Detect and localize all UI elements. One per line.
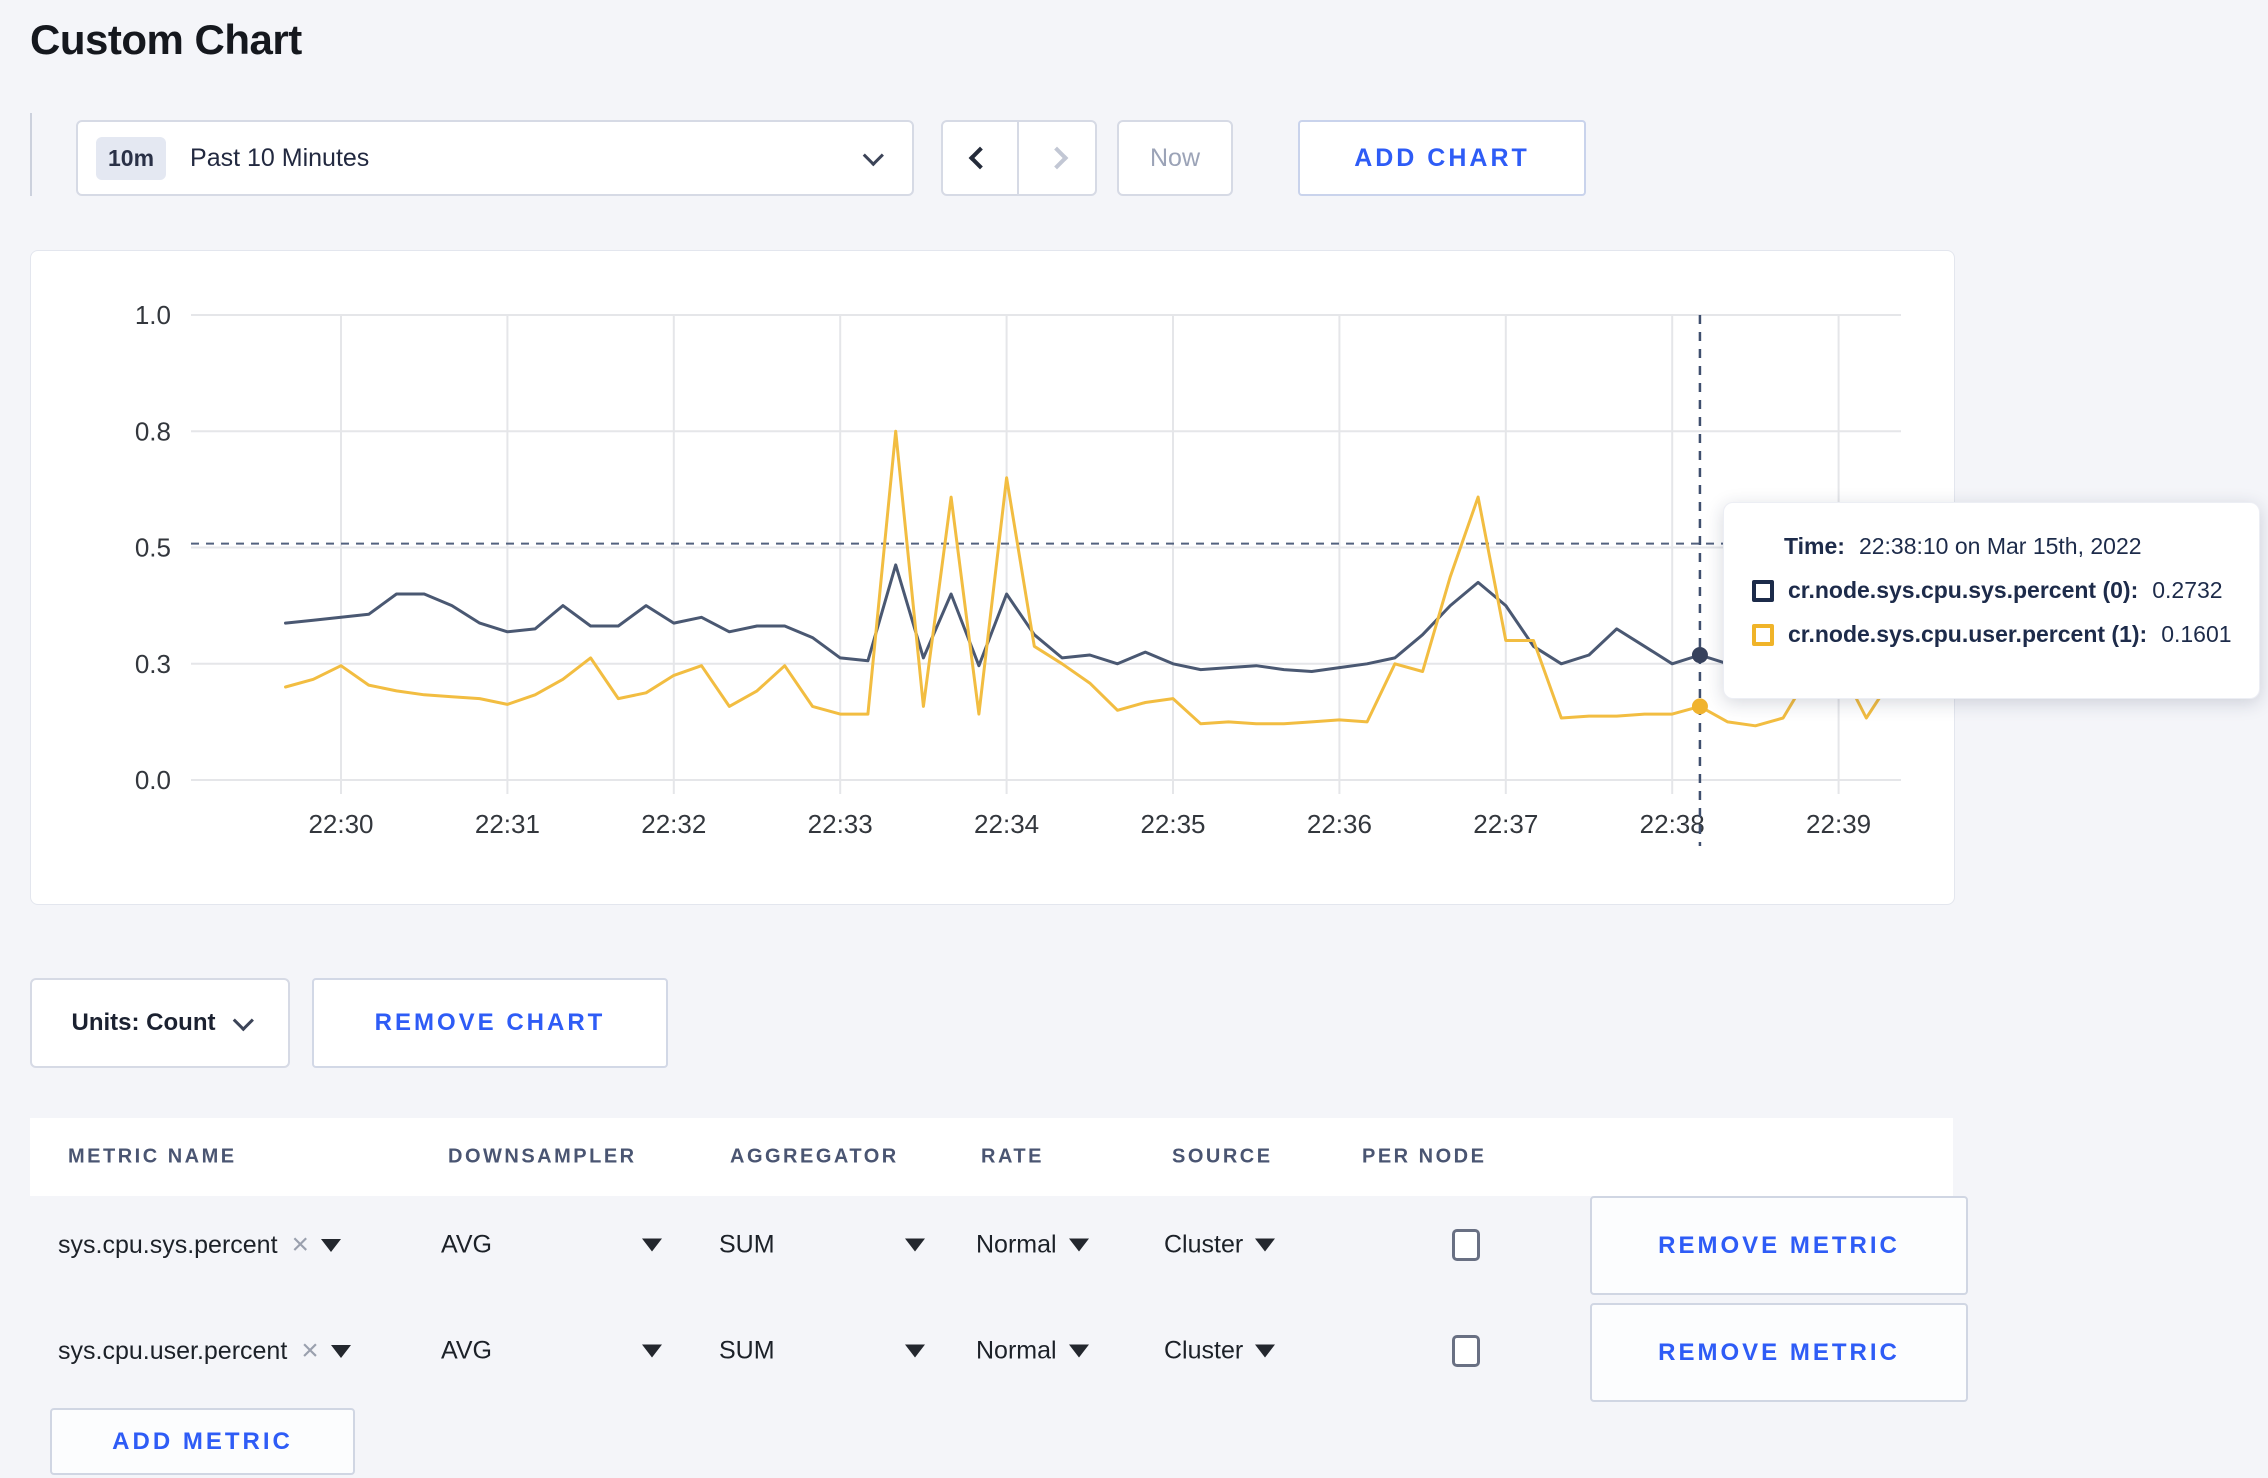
hover-point-dot xyxy=(1691,698,1708,715)
chevron-left-icon xyxy=(968,146,992,170)
hover-point-dot xyxy=(1691,647,1708,664)
caret-down-icon xyxy=(641,1344,662,1358)
caret-down-icon xyxy=(1255,1238,1276,1252)
source-select[interactable]: Cluster xyxy=(1164,1231,1276,1260)
caret-down-icon xyxy=(1068,1344,1089,1358)
custom-chart-page: Custom Chart 10m Past 10 Minutes Now ADD… xyxy=(0,0,2268,1478)
tooltip-series-value: 0.2732 xyxy=(2152,577,2223,603)
column-header-metric-name: METRIC NAME xyxy=(68,1145,237,1168)
next-timeframe-button[interactable] xyxy=(1019,122,1095,194)
caret-down-icon xyxy=(641,1238,662,1252)
caret-down-icon xyxy=(330,1344,351,1358)
chevron-down-icon xyxy=(862,144,884,166)
caret-down-icon xyxy=(1255,1344,1276,1358)
metric-row: sys.cpu.sys.percent × AVG SUM Normal Clu… xyxy=(30,1196,1968,1295)
clear-metric-icon[interactable]: × xyxy=(301,1336,319,1366)
per-node-checkbox[interactable] xyxy=(1452,1229,1480,1261)
time-range-badge: 10m xyxy=(96,136,167,180)
series-swatch-user-icon xyxy=(1752,623,1774,646)
clear-metric-icon[interactable]: × xyxy=(292,1230,310,1260)
previous-timeframe-button[interactable] xyxy=(943,122,1019,194)
rate-select[interactable]: Normal xyxy=(976,1337,1089,1366)
x-axis-tick-label: 22:31 xyxy=(475,809,540,839)
metrics-table-header: METRIC NAME DOWNSAMPLER AGGREGATOR RATE … xyxy=(30,1118,1953,1196)
x-axis-tick-label: 22:36 xyxy=(1307,809,1372,839)
y-axis-tick-label: 0.3 xyxy=(135,649,171,679)
aggregator-select[interactable]: SUM xyxy=(719,1231,925,1260)
tooltip-time-label: Time: xyxy=(1784,533,1845,559)
page-title: Custom Chart xyxy=(30,16,302,63)
x-axis-tick-label: 22:34 xyxy=(974,809,1039,839)
rate-select[interactable]: Normal xyxy=(976,1231,1089,1260)
series-swatch-sys-icon xyxy=(1752,579,1774,602)
per-node-checkbox[interactable] xyxy=(1452,1335,1480,1367)
time-range-dropdown[interactable]: 10m Past 10 Minutes xyxy=(76,120,914,196)
source-select[interactable]: Cluster xyxy=(1164,1337,1276,1366)
caret-down-icon xyxy=(321,1238,342,1252)
time-nav-group xyxy=(941,120,1097,196)
column-header-aggregator: AGGREGATOR xyxy=(730,1145,899,1168)
remove-metric-button[interactable]: REMOVE METRIC xyxy=(1590,1303,1968,1402)
caret-down-icon xyxy=(1068,1238,1089,1252)
tooltip-series-name: cr.node.sys.cpu.sys.percent (0): xyxy=(1788,577,2139,603)
toolbar-divider xyxy=(30,113,32,196)
x-axis-tick-label: 22:38 xyxy=(1640,809,1705,839)
column-header-source: SOURCE xyxy=(1172,1145,1273,1168)
chevron-right-icon xyxy=(1045,146,1069,170)
units-dropdown[interactable]: Units: Count xyxy=(30,978,290,1068)
caret-down-icon xyxy=(904,1238,925,1252)
x-axis-tick-label: 22:35 xyxy=(1140,809,1205,839)
series-line xyxy=(284,563,1896,673)
x-axis-tick-label: 22:37 xyxy=(1473,809,1538,839)
chart-tooltip: Time: 22:38:10 on Mar 15th, 2022 cr.node… xyxy=(1723,502,2260,699)
x-axis-tick-label: 22:33 xyxy=(808,809,873,839)
time-range-label: Past 10 Minutes xyxy=(190,143,370,172)
tooltip-time-value: 22:38:10 on Mar 15th, 2022 xyxy=(1858,533,2142,559)
column-header-downsampler: DOWNSAMPLER xyxy=(448,1145,637,1168)
y-axis-tick-label: 0.0 xyxy=(135,765,171,795)
column-header-rate: RATE xyxy=(981,1145,1044,1168)
add-metric-button[interactable]: ADD METRIC xyxy=(50,1408,355,1475)
chevron-down-icon xyxy=(233,1009,255,1031)
y-axis-tick-label: 1.0 xyxy=(135,300,171,330)
x-axis-tick-label: 22:39 xyxy=(1806,809,1871,839)
now-button[interactable]: Now xyxy=(1117,120,1233,196)
x-axis-tick-label: 22:32 xyxy=(641,809,706,839)
chart-card: 0.0 0.3 0.5 0.8 1.0 22:30 22:31 22:32 22:33 22:34… xyxy=(30,250,1955,905)
remove-chart-button[interactable]: REMOVE CHART xyxy=(312,978,668,1068)
units-label: Units: Count xyxy=(71,1009,216,1036)
metric-name-select[interactable]: sys.cpu.user.percent × xyxy=(58,1336,351,1366)
x-axis-tick-label: 22:30 xyxy=(308,809,373,839)
add-chart-button[interactable]: ADD CHART xyxy=(1298,120,1586,196)
caret-down-icon xyxy=(904,1344,925,1358)
tooltip-series-value: 0.1601 xyxy=(2161,621,2232,647)
series-line xyxy=(284,429,1896,728)
metric-name-select[interactable]: sys.cpu.sys.percent × xyxy=(58,1230,342,1260)
remove-metric-button[interactable]: REMOVE METRIC xyxy=(1590,1196,1968,1295)
column-header-per-node: PER NODE xyxy=(1362,1145,1487,1168)
tooltip-series-name: cr.node.sys.cpu.user.percent (1): xyxy=(1788,621,2148,647)
aggregator-select[interactable]: SUM xyxy=(719,1337,925,1366)
y-axis-tick-label: 0.5 xyxy=(135,533,171,563)
metric-row: sys.cpu.user.percent × AVG SUM Normal Cl… xyxy=(30,1303,1968,1402)
timeseries-chart[interactable]: 0.0 0.3 0.5 0.8 1.0 22:30 22:31 22:32 22:33 22:34… xyxy=(31,251,1956,906)
downsampler-select[interactable]: AVG xyxy=(441,1231,662,1260)
downsampler-select[interactable]: AVG xyxy=(441,1337,662,1366)
y-axis-tick-label: 0.8 xyxy=(135,416,171,446)
